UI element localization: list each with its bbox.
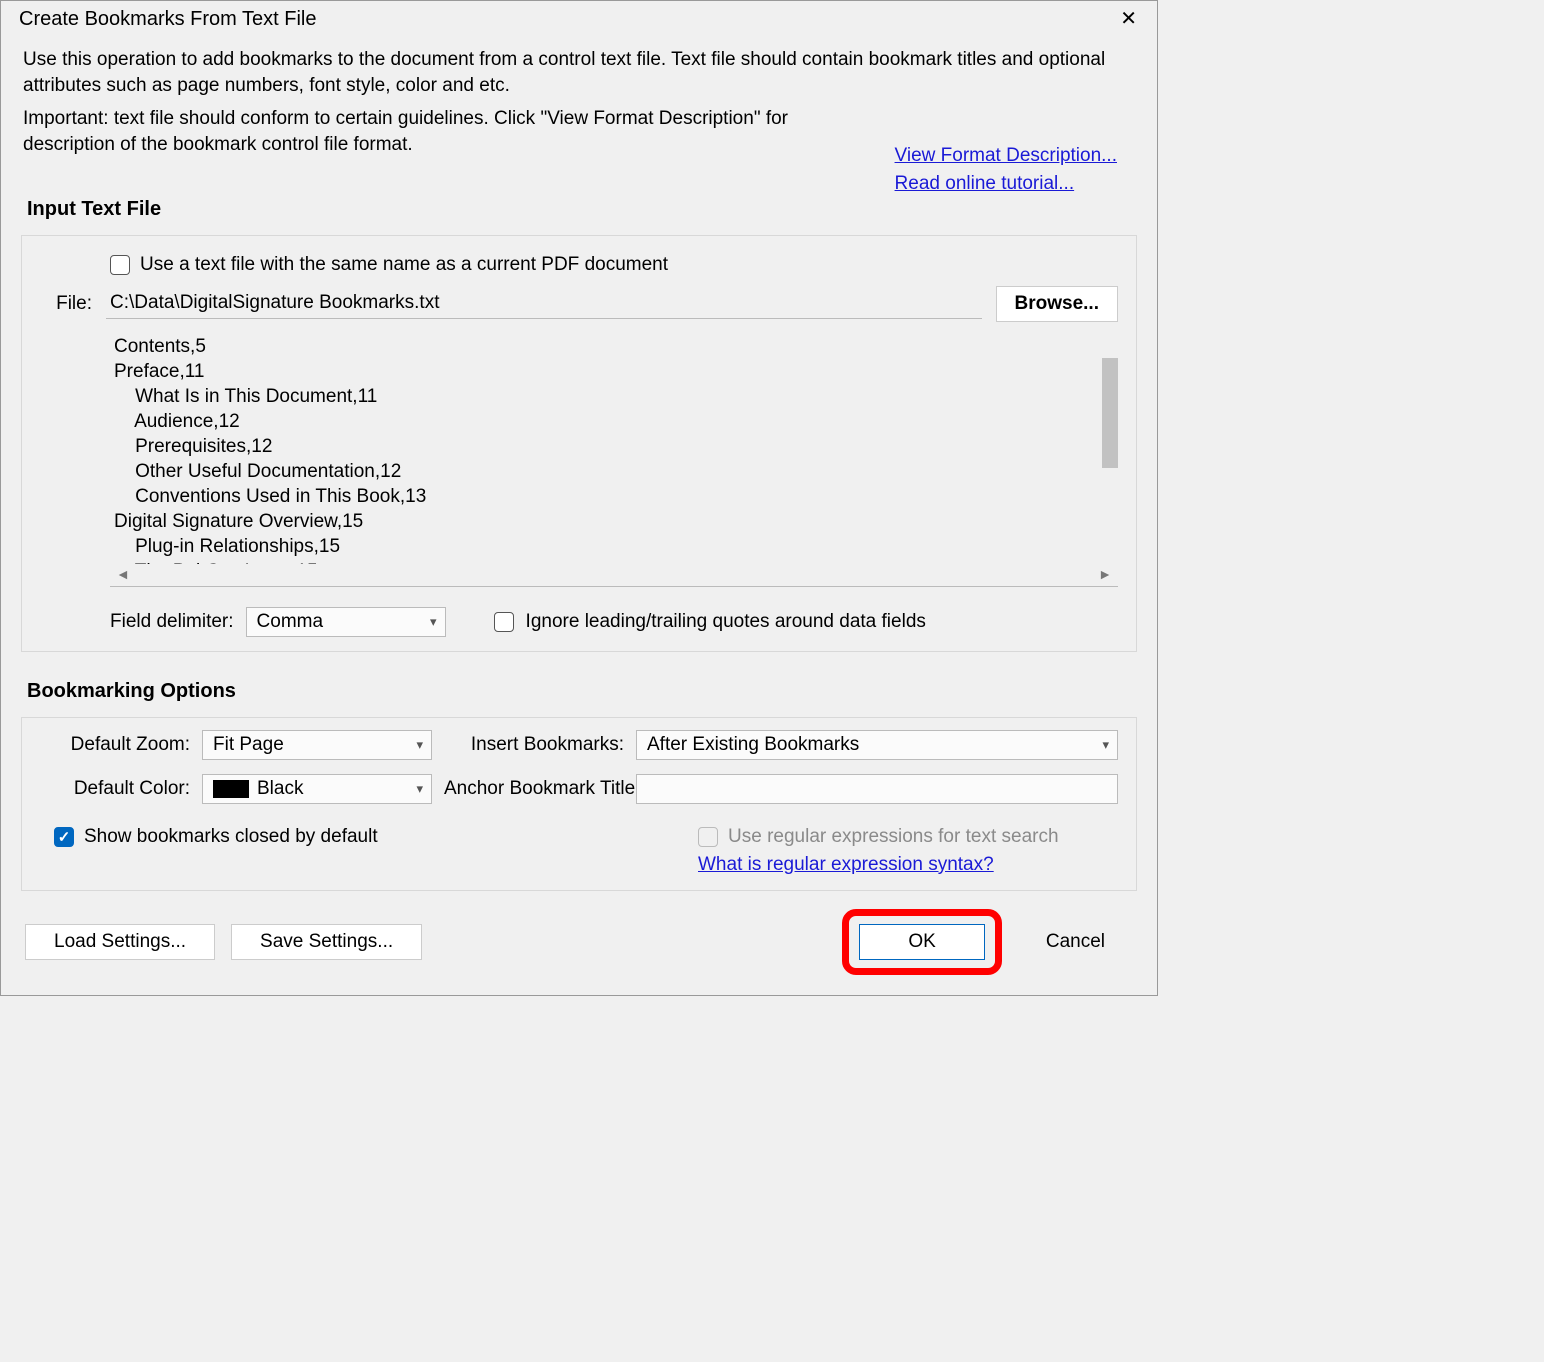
label-delimiter: Field delimiter: bbox=[110, 611, 234, 633]
color-swatch-icon bbox=[213, 780, 249, 798]
group-bookmarking-options: Default Zoom: Fit Page ▾ Insert Bookmark… bbox=[21, 717, 1137, 891]
link-read-tutorial[interactable]: Read online tutorial... bbox=[895, 173, 1117, 195]
help-links: View Format Description... Read online t… bbox=[895, 145, 1117, 201]
select-delimiter-value: Comma bbox=[257, 611, 324, 633]
intro-p2: Important: text file should conform to c… bbox=[23, 106, 823, 157]
label-use-regex: Use regular expressions for text search bbox=[728, 826, 1059, 848]
label-ignore-quotes: Ignore leading/trailing quotes around da… bbox=[526, 611, 926, 633]
chevron-down-icon: ▾ bbox=[416, 781, 423, 797]
link-regex-syntax[interactable]: What is regular expression syntax? bbox=[698, 854, 994, 875]
label-default-color: Default Color: bbox=[40, 778, 190, 800]
dialog-title: Create Bookmarks From Text File bbox=[19, 8, 317, 31]
label-show-closed: Show bookmarks closed by default bbox=[84, 826, 378, 848]
checkbox-show-closed[interactable]: ✓ bbox=[54, 827, 74, 847]
cancel-button[interactable]: Cancel bbox=[1018, 925, 1133, 959]
title-bar: Create Bookmarks From Text File ✕ bbox=[1, 1, 1157, 33]
select-color-value: Black bbox=[257, 778, 303, 800]
label-anchor-title: Anchor Bookmark Title: bbox=[444, 778, 624, 800]
label-file: File: bbox=[48, 293, 92, 315]
scrollbar-horizontal[interactable]: ◄ ► bbox=[110, 564, 1118, 586]
save-settings-button[interactable]: Save Settings... bbox=[231, 924, 422, 960]
chevron-down-icon: ▾ bbox=[416, 737, 423, 753]
input-file-path[interactable] bbox=[106, 288, 982, 319]
select-default-color[interactable]: Black ▾ bbox=[202, 774, 432, 804]
chevron-down-icon: ▾ bbox=[1102, 737, 1109, 753]
dialog-create-bookmarks: Create Bookmarks From Text File ✕ Use th… bbox=[0, 0, 1158, 996]
input-anchor-title[interactable] bbox=[636, 774, 1118, 804]
scrollbar-vertical[interactable] bbox=[1102, 358, 1118, 468]
dialog-footer: Load Settings... Save Settings... OK Can… bbox=[1, 891, 1157, 979]
chevron-down-icon: ▾ bbox=[430, 614, 437, 630]
input-section-legend: Input Text File bbox=[27, 198, 1157, 221]
label-use-same-name: Use a text file with the same name as a … bbox=[140, 254, 668, 276]
intro-p1: Use this operation to add bookmarks to t… bbox=[23, 47, 1135, 98]
select-insert-value: After Existing Bookmarks bbox=[647, 734, 859, 756]
checkbox-ignore-quotes[interactable] bbox=[494, 612, 514, 632]
select-default-zoom[interactable]: Fit Page ▾ bbox=[202, 730, 432, 760]
browse-button[interactable]: Browse... bbox=[996, 286, 1118, 322]
select-insert-bookmarks[interactable]: After Existing Bookmarks ▾ bbox=[636, 730, 1118, 760]
checkbox-use-same-name[interactable] bbox=[110, 255, 130, 275]
options-section-legend: Bookmarking Options bbox=[27, 680, 1157, 703]
scroll-left-icon[interactable]: ◄ bbox=[116, 566, 130, 582]
label-default-zoom: Default Zoom: bbox=[40, 734, 190, 756]
preview-pane[interactable]: Contents,5 Preface,11 What Is in This Do… bbox=[110, 328, 1118, 564]
scroll-right-icon[interactable]: ► bbox=[1098, 566, 1112, 582]
ok-button[interactable]: OK bbox=[859, 924, 984, 960]
link-view-format[interactable]: View Format Description... bbox=[895, 145, 1117, 167]
close-icon[interactable]: ✕ bbox=[1114, 7, 1143, 31]
select-delimiter[interactable]: Comma ▾ bbox=[246, 607, 446, 637]
group-input-text-file: Use a text file with the same name as a … bbox=[21, 235, 1137, 652]
checkbox-use-regex bbox=[698, 827, 718, 847]
ok-button-highlight: OK bbox=[842, 909, 1001, 975]
load-settings-button[interactable]: Load Settings... bbox=[25, 924, 215, 960]
label-insert-bookmarks: Insert Bookmarks: bbox=[444, 734, 624, 756]
select-zoom-value: Fit Page bbox=[213, 734, 284, 756]
